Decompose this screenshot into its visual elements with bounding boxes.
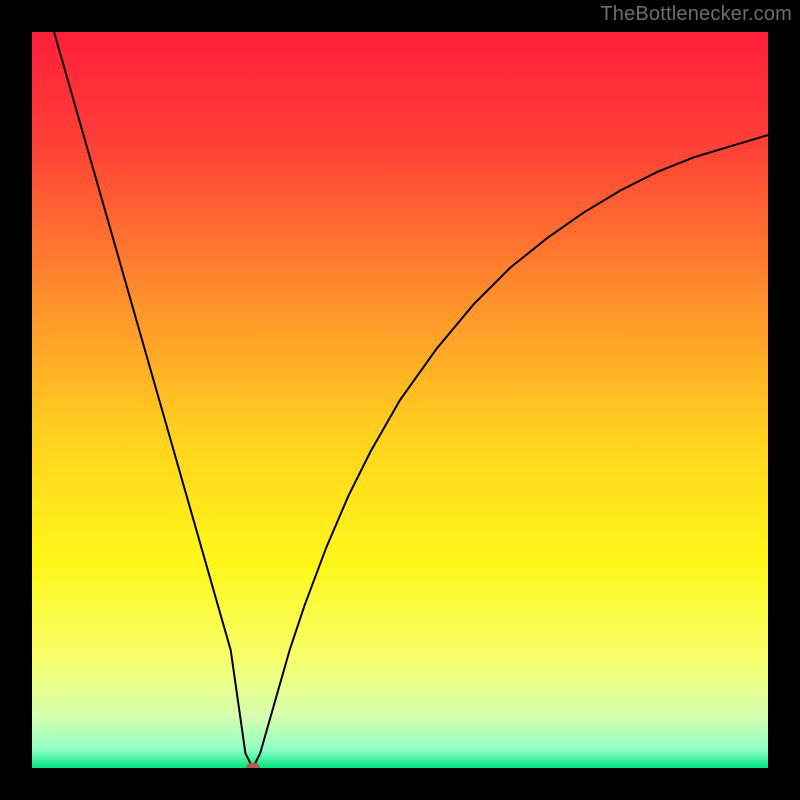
chart-frame: TheBottlenecker.com bbox=[0, 0, 800, 800]
watermark-text: TheBottlenecker.com bbox=[600, 3, 792, 26]
plot-area bbox=[32, 32, 768, 768]
background-gradient bbox=[32, 32, 768, 768]
